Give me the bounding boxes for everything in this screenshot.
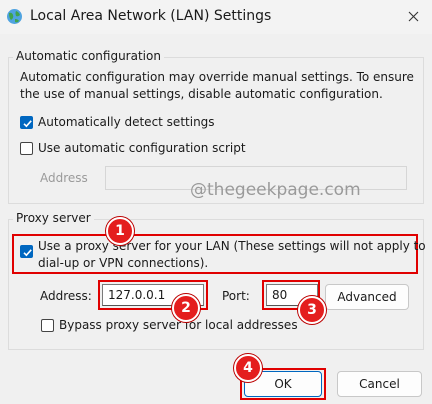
- auto-detect-label[interactable]: Automatically detect settings: [38, 115, 215, 129]
- auto-config-description-line1: Automatic configuration may override man…: [20, 70, 414, 84]
- proxy-address-label: Address:: [40, 289, 92, 303]
- auto-config-group-label: Automatic configuration: [13, 49, 164, 63]
- annotation-badge-1: 1: [106, 217, 134, 245]
- annotation-badge-3: 3: [298, 296, 326, 324]
- checkmark-icon: [23, 249, 32, 257]
- use-proxy-label-line1[interactable]: Use a proxy server for your LAN (These s…: [38, 239, 426, 253]
- auto-config-script-checkbox[interactable]: [20, 142, 33, 155]
- auto-config-script-label[interactable]: Use automatic configuration script: [38, 141, 246, 155]
- advanced-button[interactable]: Advanced: [325, 284, 409, 310]
- annotation-badge-2: 2: [172, 294, 200, 322]
- cancel-button[interactable]: Cancel: [337, 371, 422, 397]
- network-globe-icon: [7, 9, 22, 24]
- annotation-badge-4: 4: [234, 354, 262, 382]
- title-bar: Local Area Network (LAN) Settings: [0, 0, 432, 34]
- use-proxy-label-line2[interactable]: dial-up or VPN connections).: [38, 256, 208, 270]
- bypass-local-checkbox[interactable]: [41, 319, 54, 332]
- use-proxy-checkbox[interactable]: [20, 245, 33, 258]
- proxy-port-label: Port:: [222, 289, 250, 303]
- auto-detect-checkbox[interactable]: [20, 116, 33, 129]
- proxy-server-group-label: Proxy server: [13, 211, 94, 225]
- auto-config-description-line2: the use of manual settings, disable auto…: [20, 87, 383, 101]
- watermark: @thegeekpage.com: [190, 180, 361, 200]
- checkmark-icon: [23, 120, 32, 128]
- window-title: Local Area Network (LAN) Settings: [30, 8, 272, 24]
- script-address-label: Address: [40, 171, 88, 185]
- close-button[interactable]: [396, 2, 430, 30]
- close-icon: [408, 11, 418, 21]
